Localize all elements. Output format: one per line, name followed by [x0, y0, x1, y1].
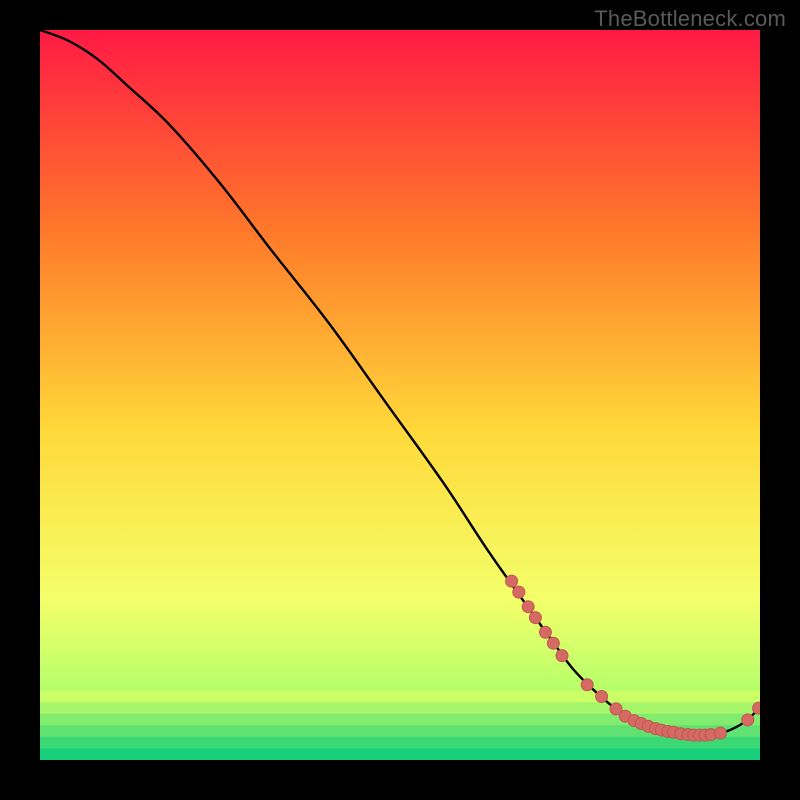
- chart-frame: TheBottleneck.com: [0, 0, 800, 800]
- data-marker: [753, 702, 760, 714]
- data-marker: [522, 601, 534, 613]
- plot-area: [40, 30, 760, 760]
- data-marker: [513, 586, 525, 598]
- green-band: [40, 748, 760, 760]
- data-marker: [742, 714, 754, 726]
- data-marker: [529, 612, 541, 624]
- gradient-panel: [40, 30, 760, 760]
- data-marker: [596, 690, 608, 702]
- green-band: [40, 702, 760, 714]
- bottleneck-chart: [40, 30, 760, 760]
- watermark-label: TheBottleneck.com: [594, 6, 786, 32]
- data-marker: [556, 650, 568, 662]
- data-marker: [581, 679, 593, 691]
- data-marker: [506, 575, 518, 587]
- green-band: [40, 691, 760, 703]
- data-marker: [547, 637, 559, 649]
- data-marker: [539, 626, 551, 638]
- data-marker: [714, 727, 726, 739]
- green-band: [40, 737, 760, 749]
